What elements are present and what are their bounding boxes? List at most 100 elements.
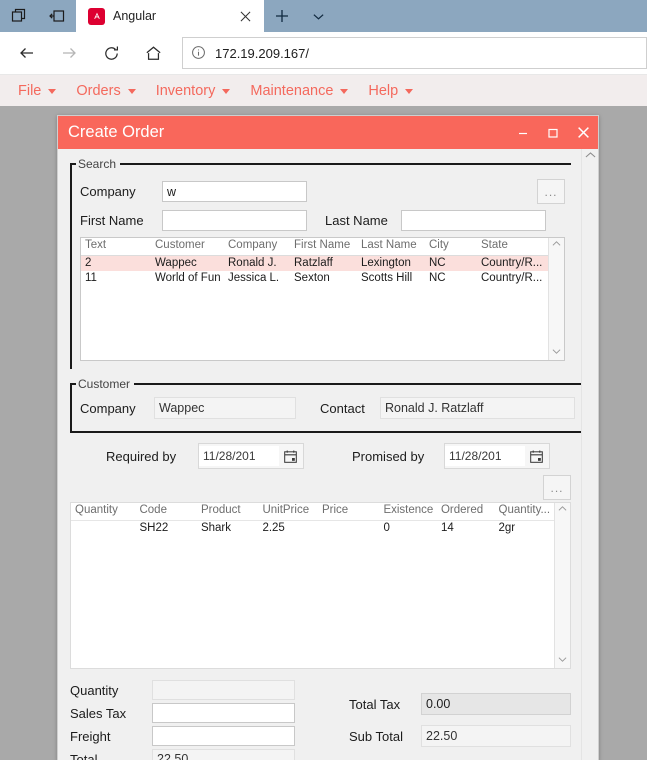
dialog-content: Search Company ... First Name Last Name (58, 149, 581, 760)
freight-input[interactable] (152, 726, 295, 746)
chevron-down-icon[interactable] (300, 0, 336, 32)
cell-customer: World of Fun (155, 272, 221, 284)
dialog-title: Create Order (68, 123, 165, 141)
items-browse-button[interactable]: ... (543, 475, 571, 500)
chevron-down-icon (340, 88, 349, 94)
search-name-row: First Name Last Name (80, 210, 565, 231)
app-menubar: File Orders Inventory Maintenance Help (0, 75, 647, 108)
totals-right-column: Total Tax Sub Total (339, 677, 571, 760)
calendar-icon[interactable] (279, 449, 301, 464)
sub-total-input[interactable] (421, 725, 571, 747)
url-text: 172.19.209.167/ (215, 45, 309, 61)
customer-row: Company Contact (80, 397, 575, 419)
column-header: Code (139, 504, 167, 516)
calendar-icon[interactable] (525, 449, 547, 464)
search-results-header: Text Customer Company First Name Last Na… (81, 238, 548, 256)
chevron-up-icon[interactable] (585, 151, 596, 162)
chevron-down-icon (127, 88, 136, 94)
browser-tab[interactable]: Angular (76, 0, 264, 32)
customer-company-input[interactable] (154, 397, 296, 419)
chevron-down-icon[interactable] (552, 348, 561, 358)
cell-code: SH22 (139, 522, 169, 534)
promised-by-input[interactable] (445, 446, 525, 466)
cell-text: 11 (85, 272, 97, 284)
menu-item-file[interactable]: File (12, 75, 70, 107)
cell-city: NC (429, 257, 446, 269)
search-company-input[interactable] (162, 181, 307, 202)
chevron-down-icon (405, 88, 414, 94)
menu-label: Maintenance (250, 83, 334, 99)
info-icon[interactable] (191, 45, 207, 61)
promised-by-datefield[interactable] (444, 443, 550, 469)
new-tab-button[interactable] (264, 0, 300, 32)
close-icon[interactable] (568, 116, 598, 149)
search-results-scrollbar[interactable] (548, 238, 564, 360)
table-row[interactable]: SH22 Shark 2.25 0 14 2gr (71, 521, 554, 536)
search-last-name-input[interactable] (401, 210, 546, 231)
order-items-grid[interactable]: Quantity Code Product UnitPrice Price Ex… (70, 502, 571, 669)
company-label: Company (80, 184, 136, 199)
chevron-down-icon[interactable] (558, 656, 567, 666)
freight-row: Freight (70, 726, 339, 746)
set-aside-tabs-icon[interactable] (38, 0, 76, 32)
address-bar[interactable]: 172.19.209.167/ (182, 37, 647, 69)
search-results-body: Text Customer Company First Name Last Na… (81, 238, 548, 360)
refresh-icon[interactable] (90, 34, 132, 72)
close-icon[interactable] (232, 3, 258, 29)
column-header: Quantity (75, 504, 118, 516)
forward-arrow-icon[interactable] (48, 34, 90, 72)
maximize-icon[interactable] (538, 116, 568, 149)
dialog-titlebar[interactable]: Create Order (58, 116, 598, 149)
tab-title: Angular (113, 9, 157, 23)
menu-item-maintenance[interactable]: Maintenance (244, 75, 362, 107)
search-group: Search Company ... First Name Last Name (70, 157, 571, 369)
order-items-body: Quantity Code Product UnitPrice Price Ex… (71, 503, 554, 668)
total-tax-label: Total Tax (349, 696, 401, 712)
items-browse-row: ... (70, 475, 571, 500)
menu-item-inventory[interactable]: Inventory (150, 75, 245, 107)
total-row: Total (70, 749, 339, 760)
cell-first-name: Ratzlaff (294, 257, 333, 269)
back-arrow-icon[interactable] (6, 34, 48, 72)
required-by-datefield[interactable] (198, 443, 304, 469)
customer-contact-input[interactable] (380, 397, 575, 419)
browser-tabstrip: Angular (0, 0, 647, 32)
menu-item-help[interactable]: Help (362, 75, 427, 107)
cell-unit-price: 2.25 (262, 522, 285, 534)
chevron-up-icon[interactable] (558, 505, 567, 515)
table-row[interactable]: 2 Wappec Ronald J. Ratzlaff Lexington NC… (81, 256, 548, 271)
cell-city: NC (429, 272, 446, 284)
sales-tax-input[interactable] (152, 703, 295, 723)
dialog-scrollbar[interactable] (581, 149, 598, 760)
menu-item-orders[interactable]: Orders (70, 75, 149, 107)
total-input[interactable] (152, 749, 295, 760)
search-first-name-input[interactable] (162, 210, 307, 231)
required-by-input[interactable] (199, 446, 279, 466)
promised-by-label: Promised by (352, 448, 425, 464)
order-items-scrollbar[interactable] (554, 503, 570, 668)
chevron-down-icon (222, 88, 231, 94)
total-tax-input[interactable] (421, 693, 571, 715)
browser-window: Angular 172.19.209.167/ File Orders Inve… (0, 0, 647, 760)
menu-label: Help (368, 83, 399, 99)
table-row[interactable]: 11 World of Fun Jessica L. Sexton Scotts… (81, 271, 548, 286)
quantity-input[interactable] (152, 680, 295, 700)
quantity-row: Quantity (70, 680, 339, 700)
chevron-up-icon[interactable] (552, 240, 561, 250)
customer-contact-label: Contact (320, 400, 365, 416)
column-header: Company (228, 239, 278, 251)
search-browse-button[interactable]: ... (537, 179, 565, 204)
home-icon[interactable] (132, 34, 174, 72)
total-label: Total (70, 751, 98, 760)
cell-customer: Wappec (155, 257, 197, 269)
cell-company: Jessica L. (228, 272, 280, 284)
column-header: Ordered (440, 504, 484, 516)
minimize-icon[interactable] (508, 116, 538, 149)
totals-section: Quantity Sales Tax Freight Total 22.50 T… (70, 677, 571, 760)
column-header: Quantity... (498, 504, 551, 516)
column-header: UnitPrice (262, 504, 310, 516)
tab-preview-icon[interactable] (0, 0, 38, 32)
last-name-label: Last Name (325, 213, 388, 228)
search-results-grid[interactable]: Text Customer Company First Name Last Na… (80, 237, 565, 361)
cell-existence: 0 (383, 522, 390, 534)
